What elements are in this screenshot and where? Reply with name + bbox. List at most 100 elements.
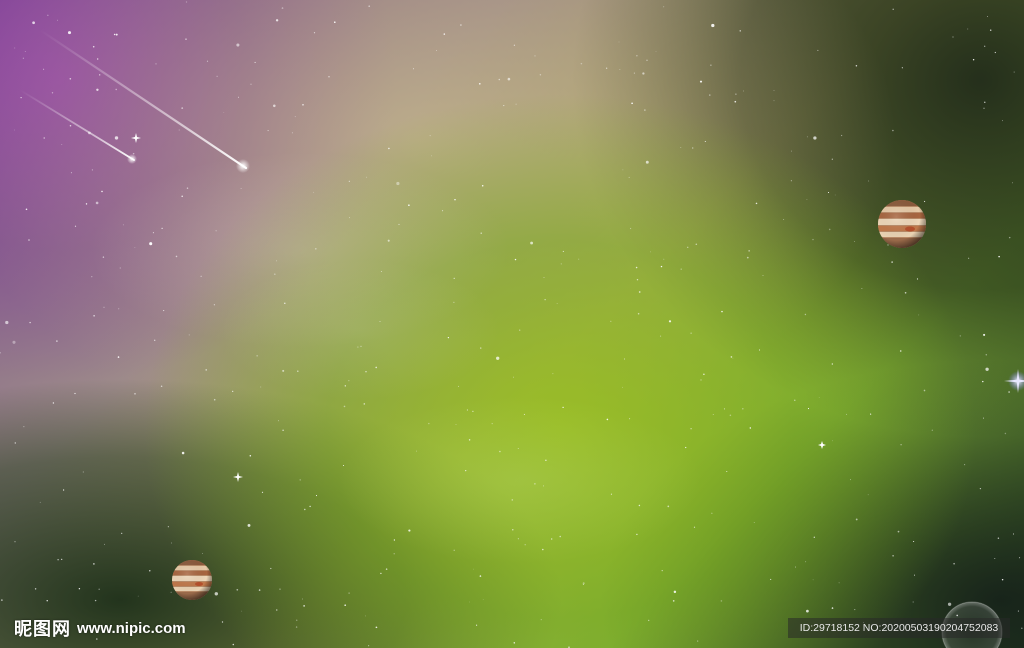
star-dot (834, 194, 836, 196)
star-dot (887, 244, 889, 246)
star-dot (95, 201, 99, 205)
star-dot (636, 55, 638, 57)
star-dot (0, 352, 1, 354)
star-dot (499, 450, 501, 453)
star-dot (729, 414, 732, 417)
star-dot (443, 33, 446, 35)
star-dot (1, 599, 3, 601)
star-dot (238, 96, 240, 98)
star-dot (985, 367, 989, 371)
star-dot (348, 180, 350, 182)
star-dot (315, 495, 318, 497)
star-dot (5, 320, 9, 325)
image-id-watermark: ID:29718152 NO:20200503190204752083 (788, 618, 1010, 638)
star-dot (773, 100, 775, 102)
star-dot (861, 287, 863, 289)
star-dot (223, 112, 225, 113)
star-dot (302, 598, 303, 600)
star-dot (989, 29, 992, 31)
star-dot (282, 369, 285, 372)
star-dot (380, 572, 382, 575)
star-dot (663, 6, 665, 8)
star-dot (47, 14, 49, 16)
star-dot (753, 521, 755, 524)
star-dot (442, 210, 444, 212)
star-dot (827, 191, 830, 194)
star-dot (806, 198, 808, 200)
star-dot (171, 542, 172, 544)
star-dot (213, 304, 216, 306)
star-dot (1002, 120, 1003, 122)
star-dot (348, 379, 350, 382)
star-dot (912, 601, 914, 603)
star-dot (344, 604, 347, 607)
star-dot (515, 103, 517, 105)
star-dot (534, 55, 536, 57)
star-dot (431, 155, 432, 157)
star-dot (562, 406, 564, 409)
star-dot (250, 83, 252, 85)
star-dot (469, 601, 470, 603)
star-dot (513, 376, 514, 378)
star-dot (828, 228, 831, 231)
star-dot (455, 424, 457, 425)
star-dot (236, 588, 239, 591)
star-dot (794, 399, 796, 401)
star-dot (530, 241, 534, 245)
star-dot (791, 150, 792, 152)
star-dot (543, 277, 545, 278)
star-dot (154, 339, 156, 341)
star-dot (155, 63, 157, 65)
star-dot (998, 255, 1000, 258)
star-dot (314, 247, 317, 250)
star-dot (344, 385, 346, 387)
star-dot (396, 181, 400, 186)
star-dot (749, 427, 751, 429)
star-dot (846, 413, 847, 415)
star-dot (994, 51, 996, 54)
star-dot (181, 451, 185, 455)
star-dot (831, 607, 834, 609)
star-dot (663, 258, 665, 260)
star-dot (480, 347, 482, 349)
star-dot (408, 204, 410, 206)
sparkle-star-icon (1004, 369, 1024, 393)
star-dot (854, 609, 856, 611)
star-dot (985, 354, 988, 356)
star-dot (1008, 236, 1011, 239)
star-dot (667, 505, 670, 508)
star-dot (540, 619, 542, 621)
star-dot (914, 574, 915, 576)
star-dot (1013, 71, 1015, 73)
star-dot (739, 30, 741, 32)
star-dot (994, 557, 996, 559)
star-dot (693, 526, 696, 528)
star-dot (299, 479, 301, 481)
star-dot (818, 397, 820, 398)
star-dot (186, 187, 189, 189)
nipic-watermark-logo: 昵图网 www.nipic.com (14, 616, 186, 640)
star-dot (709, 94, 711, 96)
star-dot (295, 626, 298, 628)
star-dot (34, 588, 37, 590)
star-dot (273, 104, 276, 108)
star-dot (831, 158, 833, 160)
star-dot (622, 386, 623, 388)
sparkle-star-icon (818, 441, 826, 449)
star-dot (545, 459, 547, 462)
star-dot (270, 567, 272, 570)
star-dot (692, 147, 694, 149)
star-dot (102, 256, 105, 258)
star-dot (447, 336, 450, 339)
star-dot (972, 58, 975, 61)
star-dot (742, 90, 745, 92)
star-dot (481, 184, 484, 187)
star-dot (215, 230, 217, 232)
star-dot (453, 277, 455, 280)
star-dot (188, 334, 190, 336)
star-dot (297, 370, 299, 372)
star-dot (899, 350, 902, 352)
star-dot (52, 402, 55, 404)
star-dot (735, 93, 737, 95)
star-dot (817, 49, 819, 51)
